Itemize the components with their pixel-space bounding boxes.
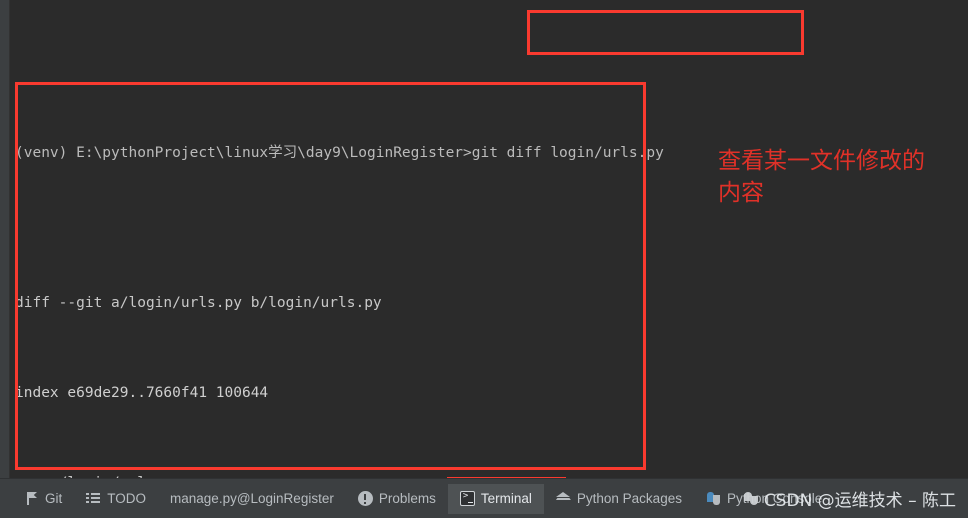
status-item-todo[interactable]: TODO: [74, 484, 158, 514]
diff-line-text: index e69de29..7660f41 100644: [15, 385, 269, 401]
status-item-git[interactable]: Git: [12, 484, 74, 514]
status-item-label: Terminal: [480, 490, 532, 506]
diff-line-0: diff --git a/login/urls.py b/login/urls.…: [15, 288, 968, 318]
status-item-label: Git: [45, 490, 63, 506]
python-logo-icon: [706, 491, 721, 506]
status-item-problems[interactable]: Problems: [346, 484, 448, 514]
status-item-label: Python Console: [726, 490, 823, 506]
git-branch-icon: [24, 491, 39, 506]
status-item-label: Problems: [378, 490, 436, 506]
status-item-terminal[interactable]: Terminal: [447, 483, 544, 514]
chinese-annotation: 查看某一文件修改的 内容: [718, 148, 925, 206]
diff-line-text: diff --git a/login/urls.py b/login/urls.…: [15, 295, 382, 311]
terminal-pane[interactable]: (venv) E:\pythonProject\linux学习\day9\Log…: [0, 0, 968, 478]
status-item-python-console[interactable]: Python Console: [694, 484, 834, 514]
status-item-label: manage.py@LoginRegister: [170, 490, 334, 506]
todo-list-icon: [86, 491, 101, 506]
status-item-label: Python Packages: [576, 490, 682, 506]
diff-line-1: index e69de29..7660f41 100644: [15, 378, 968, 408]
python-packages-icon: [555, 491, 571, 506]
status-item-label: TODO: [107, 490, 147, 506]
status-item-python-packages[interactable]: Python Packages: [544, 484, 694, 514]
pycharm-terminal-screenshot: (venv) E:\pythonProject\linux学习\day9\Log…: [0, 0, 968, 518]
terminal-output[interactable]: (venv) E:\pythonProject\linux学习\day9\Log…: [10, 0, 968, 478]
diff-line-2: --- a/login/urls.py: [15, 468, 968, 478]
prompt-text: (venv) E:\pythonProject\linux学习\day9\Log…: [15, 145, 664, 161]
status-bar: Git TODO manage.py@LoginRegister Problem…: [0, 478, 968, 518]
problems-warning-icon: [357, 491, 373, 506]
status-item-run-config[interactable]: manage.py@LoginRegister: [158, 484, 346, 514]
terminal-console-icon: [459, 491, 475, 506]
